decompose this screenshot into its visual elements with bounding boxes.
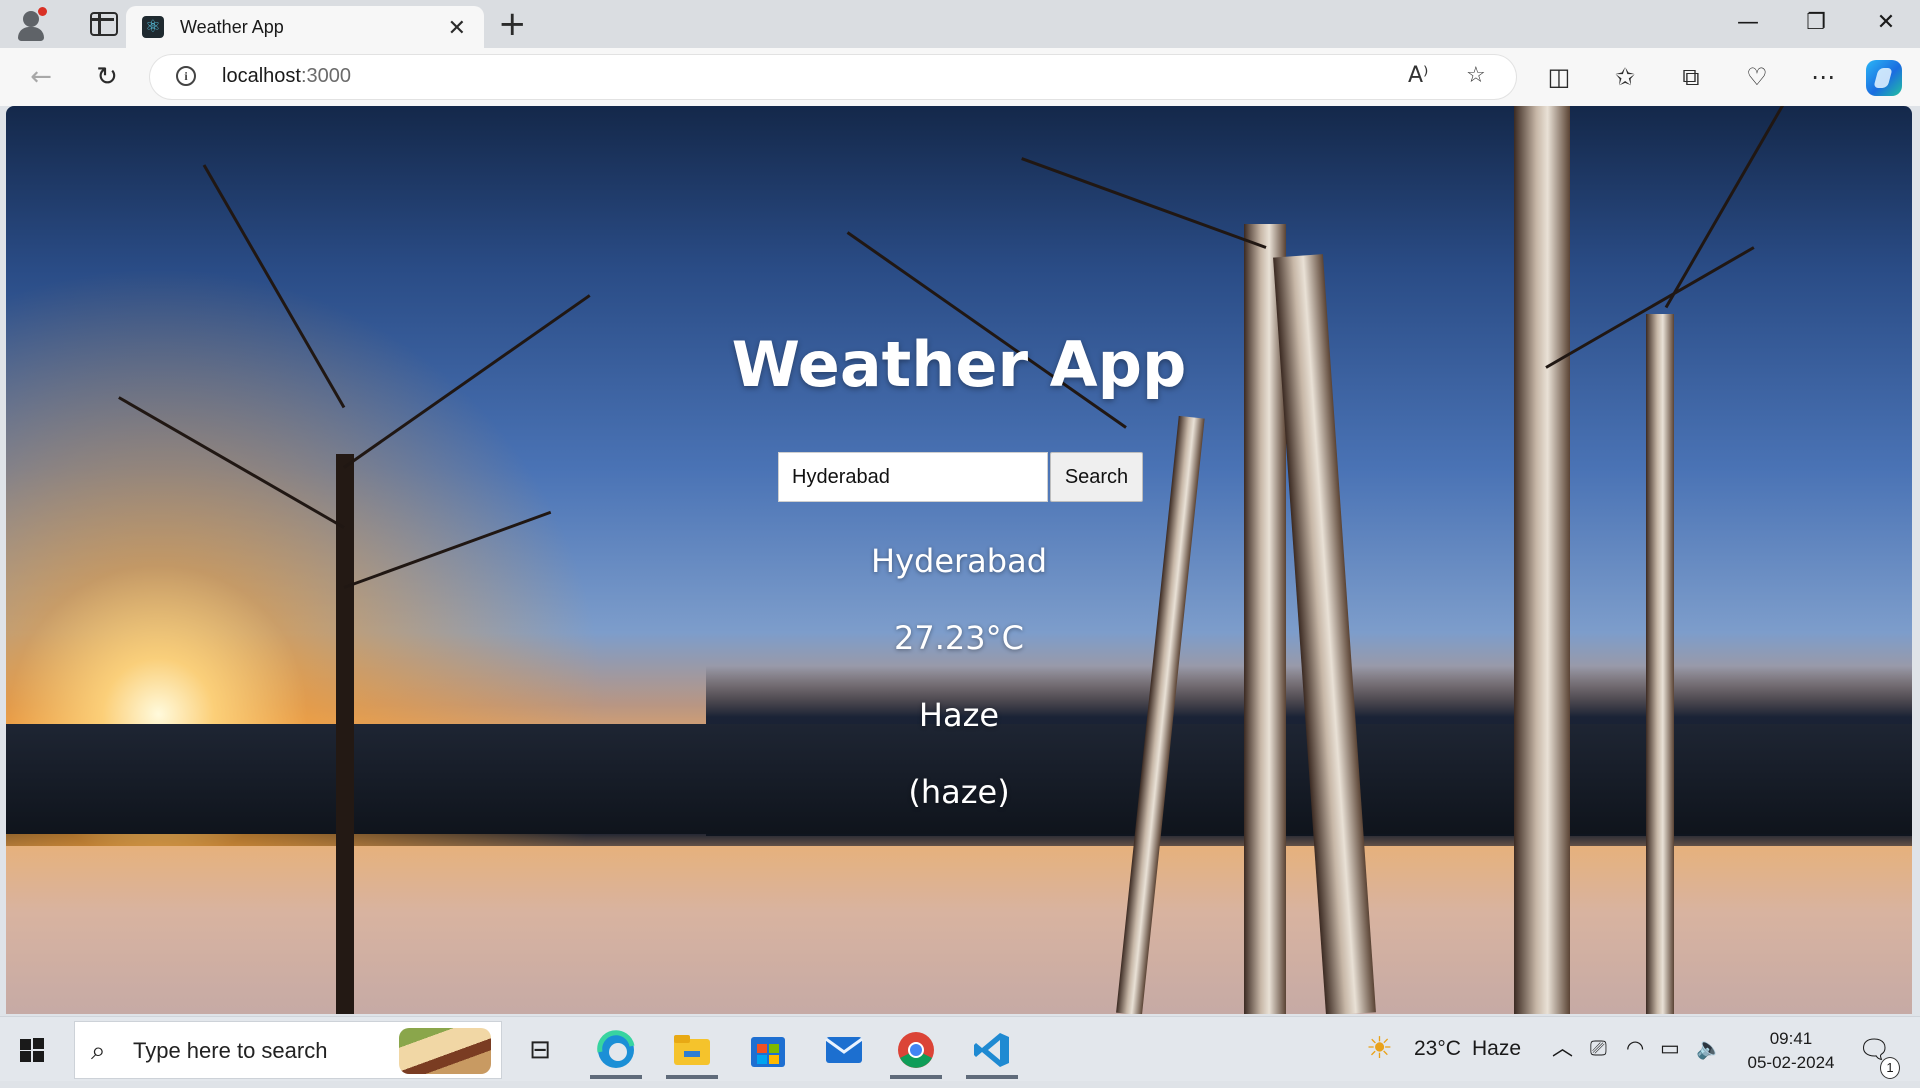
split-screen-icon[interactable]: ◫	[1542, 61, 1576, 95]
tray-weather-temp[interactable]: 23°C	[1414, 1017, 1461, 1081]
browser-essentials-icon[interactable]: ♡	[1740, 61, 1774, 95]
collections-icon[interactable]: ⧉	[1674, 61, 1708, 95]
city-search-input[interactable]	[778, 452, 1048, 502]
file-explorer-icon[interactable]	[660, 1021, 724, 1079]
volume-icon[interactable]: 🔈	[1696, 1017, 1722, 1081]
weather-app: Weather App Search Hyderabad 27.23°C Haz…	[6, 106, 1912, 1014]
microsoft-store-icon[interactable]	[736, 1021, 800, 1079]
read-aloud-icon[interactable]: A⁾	[1408, 63, 1428, 88]
refresh-button[interactable]: ↻	[90, 60, 124, 94]
weather-sun-haze-icon[interactable]: ☀	[1366, 1017, 1393, 1081]
more-icon[interactable]: ⋯	[1806, 61, 1840, 95]
tab-close-icon[interactable]: ✕	[448, 16, 466, 41]
search-icon: ⌕	[91, 1036, 106, 1066]
site-info-icon[interactable]: i	[176, 66, 196, 86]
result-description: (haze)	[908, 773, 1010, 811]
url-host: localhost	[222, 65, 301, 87]
taskbar-clock[interactable]: 09:41 05-02-2024	[1732, 1027, 1850, 1075]
battery-icon[interactable]: ▭	[1660, 1017, 1680, 1081]
meet-now-icon[interactable]: ⎚	[1590, 1017, 1607, 1081]
taskbar-search-placeholder: Type here to search	[133, 1038, 328, 1063]
task-view-icon[interactable]: ⊟	[508, 1021, 572, 1079]
restore-button[interactable]: ❐	[1786, 0, 1846, 48]
notification-count-badge: 1	[1880, 1057, 1900, 1079]
url-port: :3000	[300, 65, 351, 87]
favorite-star-icon[interactable]: ☆	[1466, 63, 1486, 88]
clock-time: 09:41	[1769, 1029, 1813, 1048]
browser-toolbar: ← ↻ i localhost:3000 A⁾ ☆ ◫ ✩ ⧉ ♡ ⋯	[0, 48, 1920, 106]
tab-title: Weather App	[180, 16, 284, 37]
wifi-icon[interactable]: ◠	[1626, 1017, 1644, 1081]
clock-date: 05-02-2024	[1747, 1053, 1835, 1072]
app-title: Weather App	[731, 328, 1187, 401]
react-favicon-icon: ⚛	[142, 16, 164, 38]
windows-taskbar: ⌕ Type here to search ⊟ ☀ 23°C Haze ︿ ⎚ …	[0, 1016, 1920, 1081]
search-button[interactable]: Search	[1050, 452, 1143, 502]
copilot-icon[interactable]	[1866, 60, 1902, 96]
tab-actions-icon[interactable]	[90, 12, 118, 36]
browser-title-bar: ⚛ Weather App ✕ + — ❐ ✕	[0, 0, 1920, 48]
address-url[interactable]: localhost:3000	[222, 65, 351, 88]
search-form: Search	[778, 452, 1143, 502]
mail-icon[interactable]	[812, 1021, 876, 1079]
close-window-button[interactable]: ✕	[1856, 0, 1916, 48]
minimize-button[interactable]: —	[1718, 0, 1778, 48]
page-viewport: Weather App Search Hyderabad 27.23°C Haz…	[6, 106, 1912, 1014]
result-city: Hyderabad	[871, 542, 1047, 580]
taskbar-search-box[interactable]: ⌕ Type here to search	[74, 1021, 502, 1079]
edge-icon[interactable]	[584, 1021, 648, 1079]
result-temperature: 27.23°C	[894, 619, 1024, 657]
back-button[interactable]: ←	[24, 60, 58, 94]
browser-tab-weather-app[interactable]: ⚛ Weather App ✕	[126, 6, 484, 48]
favorites-icon[interactable]: ✩	[1608, 61, 1642, 95]
show-hidden-icons-chevron-icon[interactable]: ︿	[1552, 1017, 1573, 1081]
search-highlight-pie-icon	[399, 1028, 491, 1074]
new-tab-button[interactable]: +	[498, 6, 527, 42]
windows-start-icon[interactable]	[20, 1038, 44, 1062]
result-condition: Haze	[918, 696, 1000, 734]
chrome-icon[interactable]	[884, 1021, 948, 1079]
tray-weather-condition[interactable]: Haze	[1472, 1017, 1521, 1081]
vscode-icon[interactable]	[960, 1021, 1024, 1079]
address-bar[interactable]: i localhost:3000 A⁾ ☆	[150, 55, 1516, 99]
profile-avatar-icon[interactable]	[14, 7, 48, 41]
